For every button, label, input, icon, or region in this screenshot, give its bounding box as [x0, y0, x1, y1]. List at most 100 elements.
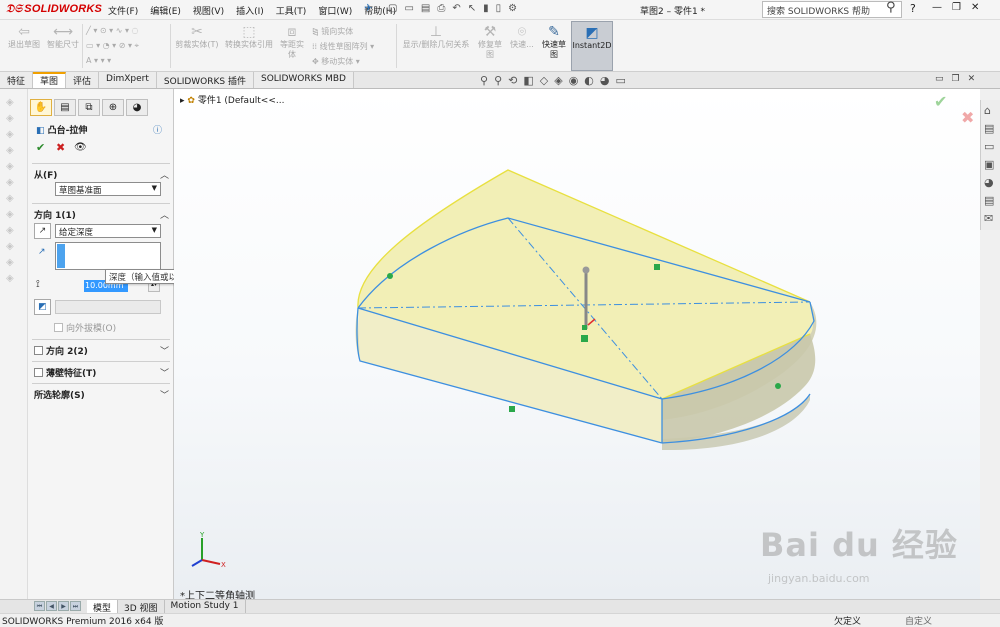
mirror-entities-button[interactable]: ⧎ 镜向实体: [312, 26, 353, 37]
help-search-input[interactable]: 搜索 SOLIDWORKS 帮助: [762, 1, 902, 18]
expand-chevron-icon[interactable]: ﹀: [160, 344, 169, 357]
thin-feature-checkbox[interactable]: [34, 368, 43, 377]
move-entities-button[interactable]: ✥ 移动实体 ▾: [312, 56, 360, 67]
smart-dimension-button[interactable]: ⟷ 智能尺寸: [44, 24, 82, 50]
tab-mbd[interactable]: SOLIDWORKS MBD: [254, 72, 354, 88]
zoom-fit-icon[interactable]: ⚲: [480, 74, 488, 87]
display-style-icon[interactable]: ◈: [554, 74, 562, 87]
ok-check-icon[interactable]: ✔: [36, 141, 45, 154]
first-tab-icon[interactable]: ⏮: [34, 601, 45, 611]
rebuild-icon[interactable]: ▮: [483, 3, 489, 14]
menu-view[interactable]: 视图(V): [193, 4, 224, 17]
repair-sketch-button[interactable]: ⚒ 修复草图: [474, 24, 506, 60]
restore-icon[interactable]: ❐: [952, 2, 961, 13]
menu-tools[interactable]: 工具(T): [276, 4, 307, 17]
direction-vector-field[interactable]: [55, 242, 161, 270]
pin-icon[interactable]: ✈: [364, 3, 372, 14]
property-manager-tab-icon[interactable]: ▤: [54, 99, 76, 116]
previous-view-icon[interactable]: ⟲: [508, 74, 517, 87]
instant2d-button[interactable]: ◩ Instant2D: [571, 21, 613, 71]
offset-entities-button[interactable]: ⧈ 等距实体: [276, 24, 308, 60]
display-delete-relations-button[interactable]: ⊥ 显示/删除几何关系: [398, 24, 474, 50]
help-icon[interactable]: ⓘ: [153, 123, 162, 136]
quick-snaps-button[interactable]: ⌾ 快速...: [507, 24, 537, 50]
search-icon[interactable]: ⚲: [886, 0, 896, 15]
close-icon[interactable]: ✕: [971, 2, 979, 13]
apply-scene-icon[interactable]: ◕: [600, 74, 610, 87]
last-tab-icon[interactable]: ⏭: [70, 601, 81, 611]
new-document-icon[interactable]: ▢: [388, 3, 397, 14]
convert-entities-button[interactable]: ⬚ 转换实体引用: [222, 24, 276, 50]
trim-entities-button[interactable]: ✂ 剪裁实体(T): [172, 24, 222, 50]
thin-feature-section-header[interactable]: 薄壁特征(T): [34, 366, 96, 379]
tab-features[interactable]: 特征: [0, 72, 34, 88]
open-icon[interactable]: ▭: [404, 3, 413, 14]
feature-manager-tab-icon[interactable]: ✋: [30, 99, 52, 116]
sketch-rect-icon[interactable]: ▭ ▾ ◔ ▾ ⊘ ▾ ⌖: [86, 41, 139, 51]
reverse-direction-icon[interactable]: ↗: [34, 223, 51, 239]
undo-icon[interactable]: ↶: [452, 3, 460, 14]
collapse-chevron-icon[interactable]: ︿: [160, 168, 169, 181]
print-icon[interactable]: ⎙: [437, 3, 445, 14]
custom-properties-icon[interactable]: ▤: [984, 194, 994, 207]
options-gear-icon[interactable]: ⚙: [508, 3, 517, 14]
selected-contours-section-header[interactable]: 所选轮廓(S): [34, 388, 85, 401]
draft-outward-checkbox[interactable]: 向外拔模(O): [54, 321, 116, 334]
tab-evaluate[interactable]: 评估: [66, 72, 100, 88]
rapid-sketch-button[interactable]: ✎ 快速草图: [538, 24, 570, 70]
tab-addins[interactable]: SOLIDWORKS 插件: [156, 72, 254, 88]
expand-arrow-icon[interactable]: ▸: [180, 96, 185, 106]
configuration-manager-tab-icon[interactable]: ⧉: [78, 99, 100, 116]
tab-3d-view[interactable]: 3D 视图: [118, 600, 165, 614]
next-tab-icon[interactable]: ▶: [58, 601, 69, 611]
doc-restore-icon[interactable]: ❐: [952, 74, 960, 84]
help-question-icon[interactable]: ?: [910, 2, 916, 15]
menu-insert[interactable]: 插入(I): [236, 4, 264, 17]
draft-icon[interactable]: ◩: [34, 299, 51, 315]
display-manager-tab-icon[interactable]: ◕: [126, 99, 148, 116]
sketch-text-icon[interactable]: A ▾ ▾ ▾: [86, 56, 111, 65]
draft-angle-input[interactable]: [55, 300, 161, 314]
collapse-chevron-icon[interactable]: ︿: [160, 208, 169, 221]
select-icon[interactable]: ↖: [468, 3, 476, 14]
custom-units[interactable]: 自定义: [905, 614, 932, 627]
from-select[interactable]: 草图基准面 ▼: [55, 182, 161, 196]
prev-tab-icon[interactable]: ◀: [46, 601, 57, 611]
tab-dimxpert[interactable]: DimXpert: [99, 72, 157, 88]
appearances-icon[interactable]: ◕: [984, 176, 994, 189]
menu-file[interactable]: 文件(F): [108, 4, 138, 17]
menu-window[interactable]: 窗口(W): [318, 4, 352, 17]
file-explorer-icon[interactable]: ▭: [984, 140, 994, 153]
zoom-area-icon[interactable]: ⚲: [494, 74, 502, 87]
view-palette-icon[interactable]: ▣: [984, 158, 994, 171]
exit-sketch-button[interactable]: ⇦ 退出草图: [5, 24, 43, 50]
section-view-icon[interactable]: ◧: [523, 74, 533, 87]
tab-model[interactable]: 模型: [87, 600, 119, 614]
solidworks-logo[interactable]: 𝔇𝔖 SOLIDWORKS: [6, 3, 102, 16]
design-library-icon[interactable]: ▤: [984, 122, 994, 135]
tab-sketch[interactable]: 草图: [33, 72, 67, 88]
direction2-section-header[interactable]: 方向 2(2): [34, 344, 88, 357]
confirm-cancel-icon[interactable]: ✖: [961, 108, 974, 127]
confirm-ok-icon[interactable]: ✔: [934, 92, 947, 111]
expand-chevron-icon[interactable]: ﹀: [160, 388, 169, 401]
minimize-icon[interactable]: —: [932, 2, 942, 13]
cancel-x-icon[interactable]: ✖: [56, 141, 65, 154]
direction1-section-header[interactable]: 方向 1(1): [34, 208, 76, 221]
direction2-checkbox[interactable]: [34, 346, 43, 355]
menu-edit[interactable]: 编辑(E): [150, 4, 181, 17]
dimxpert-manager-tab-icon[interactable]: ⊕: [102, 99, 124, 116]
file-properties-icon[interactable]: ▯: [496, 3, 502, 14]
preview-eye-icon[interactable]: 👁: [74, 142, 87, 153]
tab-motion-study[interactable]: Motion Study 1: [165, 600, 246, 613]
home-icon[interactable]: ⌂: [984, 104, 991, 117]
edit-appearance-icon[interactable]: ◐: [584, 74, 594, 87]
hide-show-icon[interactable]: ◉: [569, 74, 579, 87]
forum-icon[interactable]: ✉: [984, 212, 993, 225]
view-settings-icon[interactable]: ▭: [616, 74, 626, 87]
save-icon[interactable]: ▤: [421, 3, 430, 14]
doc-close-icon[interactable]: ✕: [968, 74, 976, 84]
view-orientation-icon[interactable]: ◇: [540, 74, 548, 87]
expand-chevron-icon[interactable]: ﹀: [160, 366, 169, 379]
linear-pattern-button[interactable]: ⁞⁞ 线性草图阵列 ▾: [312, 41, 374, 52]
